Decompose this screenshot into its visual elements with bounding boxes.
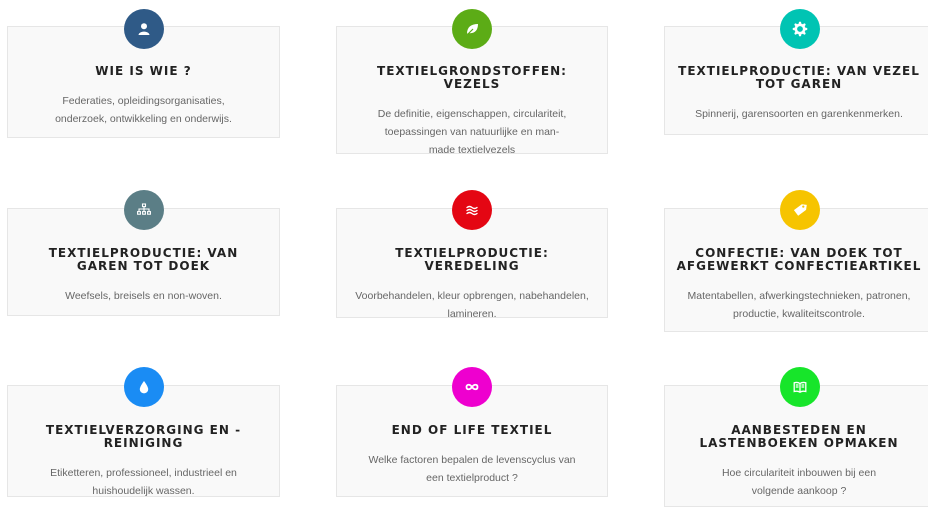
card-description: De definitie, eigenschappen, circularite…: [377, 108, 567, 156]
card-description: Hoe circulariteit inbouwen bij een volge…: [721, 467, 877, 497]
card-title: WIE IS WIE ?: [95, 64, 192, 78]
card-description: Matentabellen, afwerkingstechnieken, pat…: [687, 290, 911, 320]
card-description: Voorbehandelen, kleur opbrengen, nabehan…: [355, 290, 589, 320]
card-description: Federaties, opleidingsorganisaties, onde…: [55, 95, 232, 125]
card-title: TEXTIELPRODUCTIE: VAN GAREN TOT DOEK: [48, 246, 239, 273]
drop-icon: [124, 367, 164, 407]
leaf-icon: [452, 9, 492, 49]
card-title: AANBESTEDEN EN LASTENBOEKEN OPMAKEN: [699, 423, 899, 450]
card-description: Weefsels, breisels en non-woven.: [65, 290, 222, 302]
card-title: END OF LIFE TEXTIEL: [391, 423, 553, 437]
card-title: TEXTIELVERZORGING EN -REINIGING: [45, 423, 242, 450]
card-description: Spinnerij, garensoorten en garenkenmerke…: [695, 108, 903, 120]
card-title: TEXTIELPRODUCTIE: VEREDELING: [395, 246, 549, 273]
gear-icon: [780, 9, 820, 49]
infinity-icon: [452, 367, 492, 407]
card-title: TEXTIELPRODUCTIE: VAN VEZEL TOT GAREN: [678, 64, 920, 91]
sitemap-icon: [124, 190, 164, 230]
book-icon: [780, 367, 820, 407]
card-title: CONFECTIE: VAN DOEK TOT AFGEWERKT CONFEC…: [676, 246, 922, 273]
tag-icon: [780, 190, 820, 230]
card-title: TEXTIELGRONDSTOFFEN: VEZELS: [377, 64, 567, 91]
user-icon: [124, 9, 164, 49]
card-description: Etiketteren, professioneel, industrieel …: [50, 467, 237, 497]
card-description: Welke factoren bepalen de levenscyclus v…: [368, 454, 576, 484]
waves-icon: [452, 190, 492, 230]
